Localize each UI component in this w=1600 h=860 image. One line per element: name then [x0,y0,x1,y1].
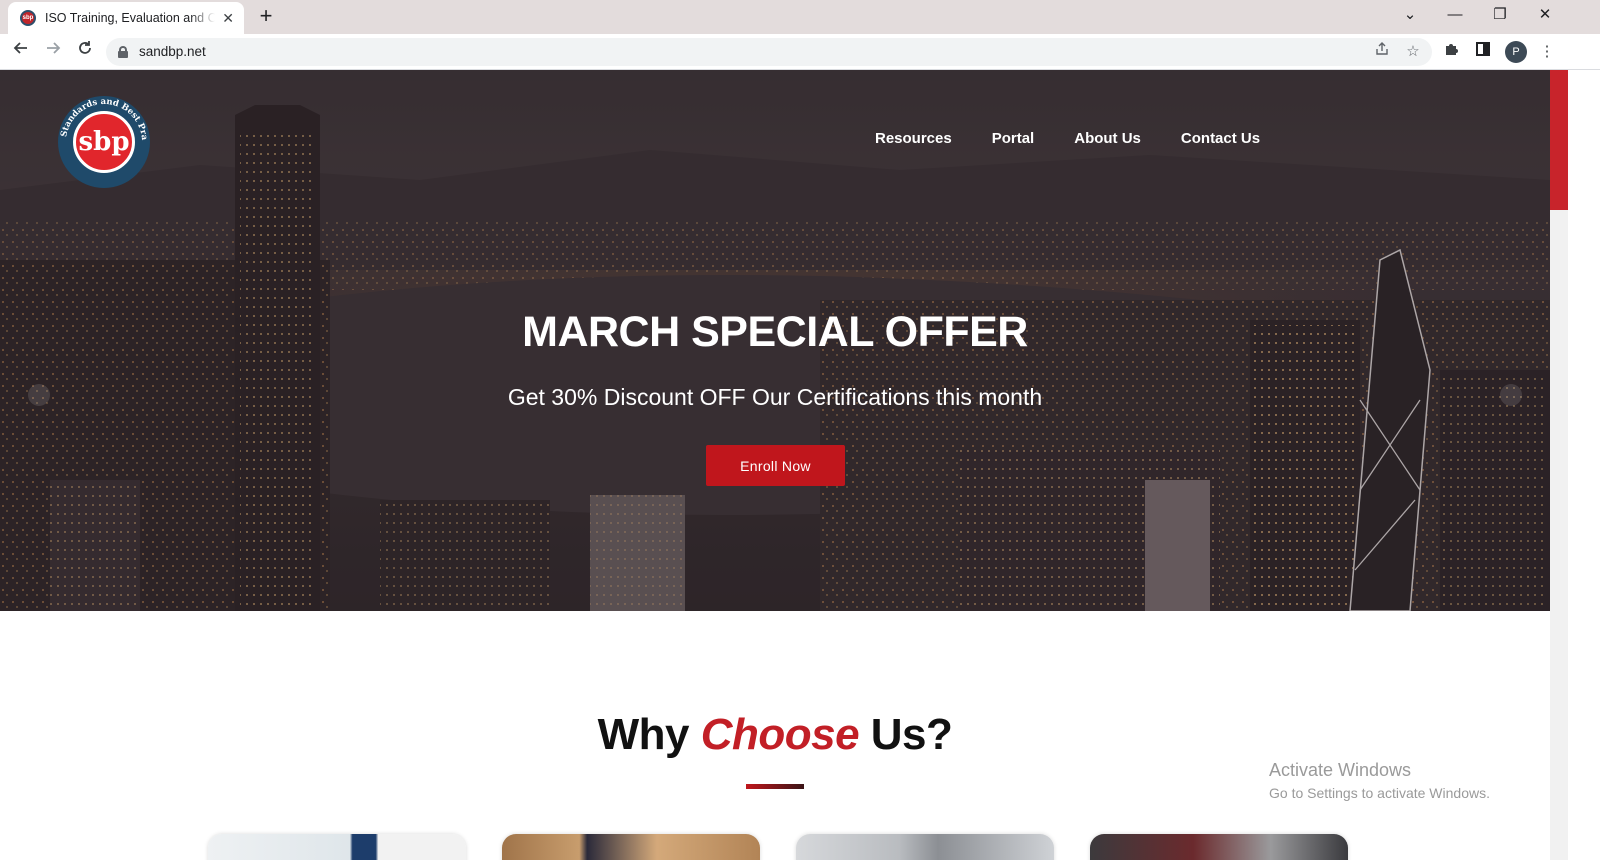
svg-text:Standards and Best Practice: Standards and Best Practice [58,96,149,141]
lock-icon[interactable] [118,46,128,58]
forward-arrow-icon[interactable] [41,40,65,64]
tab-strip: sbp ISO Training, Evaluation and Certifi… [0,0,1600,34]
tab-title: ISO Training, Evaluation and Certificati… [45,11,215,25]
nav-link-contact-us[interactable]: Contact Us [1181,130,1260,147]
hero-title: MARCH SPECIAL OFFER [522,308,1028,356]
menu-kebab-icon[interactable]: ⋮ [1536,41,1558,63]
share-icon[interactable] [1372,42,1392,62]
nav-link-about-us[interactable]: About Us [1074,130,1141,147]
close-tab-icon[interactable]: ✕ [222,10,234,27]
browser-toolbar: sandbp.net ☆ P ⋮ [0,34,1600,70]
why-suffix: Us? [859,710,953,759]
watermark-title: Activate Windows [1269,760,1412,780]
tab-search-icon[interactable]: ⌄ [1395,4,1425,28]
main-navigation: Resources Portal About Us Contact Us [875,130,1260,147]
reload-icon[interactable] [73,40,97,64]
scrollbar-thumb[interactable] [1550,70,1568,210]
new-tab-button[interactable]: + [254,5,278,29]
url-text[interactable]: sandbp.net [139,44,206,59]
watermark-subtitle: Go to Settings to activate Windows. [1269,785,1490,801]
nav-link-resources[interactable]: Resources [875,130,952,147]
nav-link-portal[interactable]: Portal [992,130,1035,147]
feature-card-1[interactable] [208,834,466,860]
restore-window-button[interactable]: ❐ [1485,4,1515,28]
minimize-window-button[interactable]: — [1440,4,1470,28]
enroll-now-button[interactable]: Enroll Now [706,445,845,486]
site-favicon-icon: sbp [20,10,36,26]
why-accent: Choose [700,710,860,759]
address-bar[interactable]: sandbp.net ☆ [106,38,1432,66]
feature-card-2[interactable] [502,834,760,860]
page-scrollbar[interactable] [1550,70,1568,860]
extensions-puzzle-icon[interactable] [1441,41,1463,63]
profile-avatar[interactable]: P [1505,41,1527,63]
page-viewport: Standards and Best Practice sbp Resource… [0,70,1550,860]
why-choose-us-heading: Why Choose Us? [0,710,1550,760]
hero-banner: Standards and Best Practice sbp Resource… [0,70,1550,611]
logo-ring-text-icon: Standards and Best Practice [58,96,149,141]
browser-tab[interactable]: sbp ISO Training, Evaluation and Certifi… [8,2,244,34]
feature-card-3[interactable] [796,834,1054,860]
hero-subtitle: Get 30% Discount OFF Our Certifications … [507,384,1043,410]
sbp-logo[interactable]: Standards and Best Practice sbp [58,96,150,188]
close-window-button[interactable]: ✕ [1530,4,1560,28]
windows-activation-watermark: Activate Windows Go to Settings to activ… [1269,760,1490,801]
why-prefix: Why [597,710,701,759]
feature-card-4[interactable] [1090,834,1348,860]
side-panel-icon[interactable] [1472,41,1494,63]
bookmark-star-icon[interactable]: ☆ [1403,42,1423,62]
heading-underline [746,784,804,789]
back-arrow-icon[interactable] [9,40,33,64]
